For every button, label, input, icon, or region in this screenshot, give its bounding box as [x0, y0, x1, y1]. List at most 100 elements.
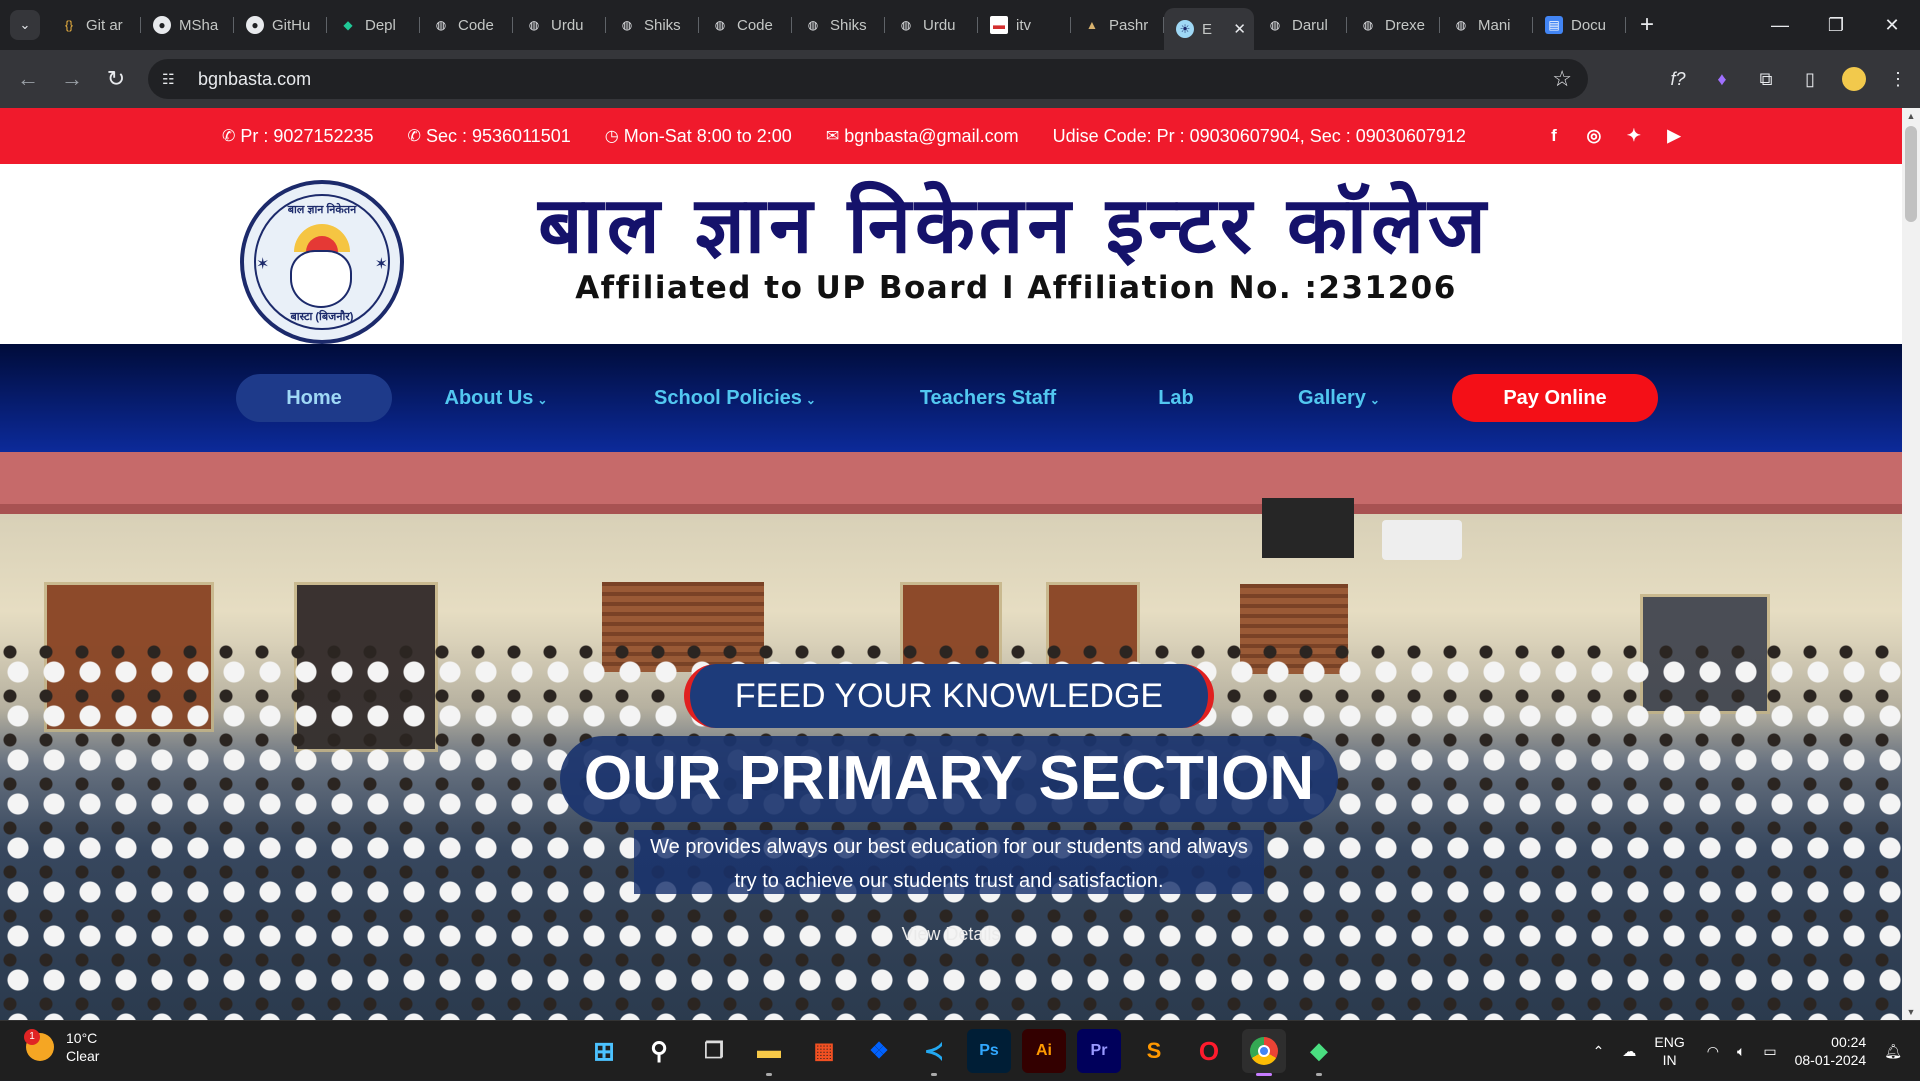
- browser-tab[interactable]: ◍ Shiks: [606, 7, 699, 43]
- new-tab-button[interactable]: +: [1640, 11, 1654, 39]
- nav-lab[interactable]: Lab: [1148, 374, 1204, 422]
- scroll-down-icon[interactable]: ▼: [1902, 1004, 1920, 1020]
- chevron-up-icon[interactable]: ⌃: [1593, 1043, 1605, 1060]
- photoshop-icon[interactable]: Ps: [967, 1029, 1011, 1073]
- site-info-icon[interactable]: ☷: [162, 71, 184, 88]
- school-header: बाल ज्ञान निकेतन ✶ ✶ बास्टा (बिजनौर) बाल…: [0, 164, 1902, 344]
- pashr-icon: ▲: [1086, 18, 1098, 32]
- browser-tab[interactable]: ◍ Urdu: [885, 7, 978, 43]
- nav-teachers-staff[interactable]: Teachers Staff: [908, 374, 1068, 422]
- doc-icon: ▤: [1545, 16, 1563, 34]
- browser-tab[interactable]: ▬ itv: [978, 7, 1071, 43]
- browser-tab[interactable]: ◍ Shiks: [792, 7, 885, 43]
- side-panel-icon[interactable]: ▯: [1788, 69, 1832, 90]
- browser-tab[interactable]: ◍ Code: [420, 7, 513, 43]
- notification-badge: 1: [24, 1029, 40, 1045]
- nav-school-policies[interactable]: School Policies ⌄: [640, 374, 830, 422]
- illustrator-icon[interactable]: Ai: [1022, 1029, 1066, 1073]
- url-text: bgnbasta.com: [198, 68, 312, 89]
- volume-icon[interactable]: 🔈︎: [1737, 1043, 1745, 1060]
- scroll-up-icon[interactable]: ▲: [1902, 108, 1920, 124]
- bookmark-star-icon[interactable]: ☆: [1552, 66, 1572, 92]
- language-indicator[interactable]: ENG IN: [1654, 1033, 1684, 1069]
- chrome-menu-icon[interactable]: ⋮: [1876, 69, 1920, 90]
- main-navigation: Home About Us ⌄ School Policies ⌄ Teachers…: [0, 344, 1902, 452]
- chevron-down-icon: ⌄: [537, 393, 548, 407]
- onedrive-icon[interactable]: ☁: [1622, 1043, 1636, 1060]
- browser-tab[interactable]: ◆ Depl: [327, 7, 420, 43]
- close-tab-icon[interactable]: ✕: [1233, 20, 1246, 38]
- tab-search-button[interactable]: ⌄: [10, 10, 40, 40]
- facebook-icon[interactable]: f: [1534, 126, 1574, 146]
- reload-icon[interactable]: ↻: [94, 66, 138, 92]
- nav-gallery[interactable]: Gallery ⌄: [1284, 374, 1394, 422]
- battery-icon[interactable]: ▭: [1763, 1043, 1776, 1060]
- extensions-puzzle-icon[interactable]: ⧉: [1744, 69, 1788, 90]
- browser-tab[interactable]: ● GitHu: [234, 7, 327, 43]
- phone-icon: ✆: [222, 128, 236, 145]
- file-explorer-icon[interactable]: ▬: [747, 1029, 791, 1076]
- github-icon: ●: [246, 16, 264, 34]
- gitkraken-icon[interactable]: ◆: [1297, 1029, 1341, 1076]
- logo-india-map: [290, 250, 352, 308]
- weather-widget[interactable]: 1 10°C Clear: [24, 1029, 99, 1065]
- browser-tab[interactable]: ◍ Code: [699, 7, 792, 43]
- globe-icon: ◍: [528, 18, 540, 32]
- browser-tab[interactable]: ▤ Docu: [1533, 7, 1626, 43]
- close-window-icon[interactable]: ✕: [1864, 0, 1920, 50]
- wifi-icon[interactable]: ◠: [1707, 1043, 1719, 1060]
- nav-about-us[interactable]: About Us ⌄: [436, 374, 556, 422]
- scrollbar-thumb[interactable]: [1905, 126, 1917, 222]
- windows-start-icon[interactable]: ⊞: [582, 1029, 626, 1073]
- minimize-icon[interactable]: —: [1752, 0, 1808, 50]
- forward-icon[interactable]: →: [50, 66, 94, 92]
- search-icon[interactable]: ⚲: [637, 1029, 681, 1073]
- address-bar[interactable]: ☷ bgnbasta.com ☆: [148, 59, 1588, 99]
- premiere-icon[interactable]: Pr: [1077, 1029, 1121, 1073]
- udise-code: Udise Code: Pr : 09030607904, Sec : 0903…: [1052, 125, 1466, 146]
- browser-tab[interactable]: ▲ Pashr: [1071, 7, 1164, 43]
- browser-tab[interactable]: {} Git ar: [48, 7, 141, 43]
- nav-home[interactable]: Home: [236, 374, 392, 422]
- instagram-icon[interactable]: ◎: [1574, 126, 1614, 146]
- formula-extension-icon[interactable]: f?: [1656, 69, 1700, 90]
- page-scrollbar[interactable]: ▲ ▼: [1902, 108, 1920, 1020]
- back-icon[interactable]: ←: [6, 66, 50, 92]
- vscode-icon[interactable]: ≺: [912, 1029, 956, 1076]
- hero-image-screen: [1262, 498, 1354, 558]
- system-tray: ⌃ ☁ ENG IN ◠ 🔈︎ ▭ 00:24 08-01-2024 🔔︎: [1593, 1021, 1920, 1081]
- star-icon: ✶: [374, 256, 388, 273]
- browser-tab[interactable]: ● MSha: [141, 7, 234, 43]
- phone-secondary[interactable]: ✆ Sec : 9536011501: [408, 126, 571, 147]
- browser-tab-active[interactable]: ☀ E ✕: [1164, 8, 1254, 50]
- sublime-icon[interactable]: S: [1132, 1029, 1176, 1073]
- browser-tab[interactable]: ◍ Urdu: [513, 7, 606, 43]
- browser-tab[interactable]: ◍ Mani: [1440, 7, 1533, 43]
- pay-online-button[interactable]: Pay Online: [1452, 374, 1658, 422]
- restore-icon[interactable]: ❐: [1808, 0, 1864, 50]
- phone-primary[interactable]: ✆ Pr : 9027152235: [222, 126, 374, 147]
- clock[interactable]: 00:24 08-01-2024: [1795, 1033, 1867, 1069]
- flame-extension-icon[interactable]: ♦: [1700, 69, 1744, 90]
- view-details-link[interactable]: View Details: [0, 924, 1902, 945]
- browser-tab[interactable]: ◍ Drexe: [1347, 7, 1440, 43]
- chrome-logo-center: [1258, 1045, 1270, 1057]
- notification-bell-icon[interactable]: 🔔︎: [1884, 1043, 1902, 1060]
- browser-tab[interactable]: ◍ Darul: [1254, 7, 1347, 43]
- school-logo[interactable]: बाल ज्ञान निकेतन ✶ ✶ बास्टा (बिजनौर): [240, 180, 404, 344]
- clock-icon: ◷: [604, 128, 619, 145]
- opera-icon[interactable]: O: [1187, 1029, 1231, 1073]
- youtube-icon[interactable]: ▶: [1654, 126, 1694, 146]
- email-link[interactable]: ✉ bgnbasta@gmail.com: [826, 126, 1019, 147]
- dropbox-icon[interactable]: ❖: [857, 1029, 901, 1073]
- chrome-icon[interactable]: [1242, 1029, 1286, 1076]
- task-view-icon[interactable]: ❐: [692, 1029, 736, 1073]
- microsoft-store-icon[interactable]: ▦: [802, 1029, 846, 1073]
- hero-image-roof: [0, 452, 1902, 504]
- profile-avatar[interactable]: [1842, 67, 1866, 91]
- browser-tab-bar: ⌄ {} Git ar ● MSha ● GitHu ◆ Depl ◍ Code ◍ Urd…: [0, 0, 1920, 50]
- hero-description-line: We provides always our best education fo…: [650, 836, 1248, 858]
- twitter-icon[interactable]: ✦: [1614, 126, 1654, 146]
- chrome-logo: [1250, 1037, 1278, 1065]
- school-logo-icon: ☀: [1176, 20, 1194, 38]
